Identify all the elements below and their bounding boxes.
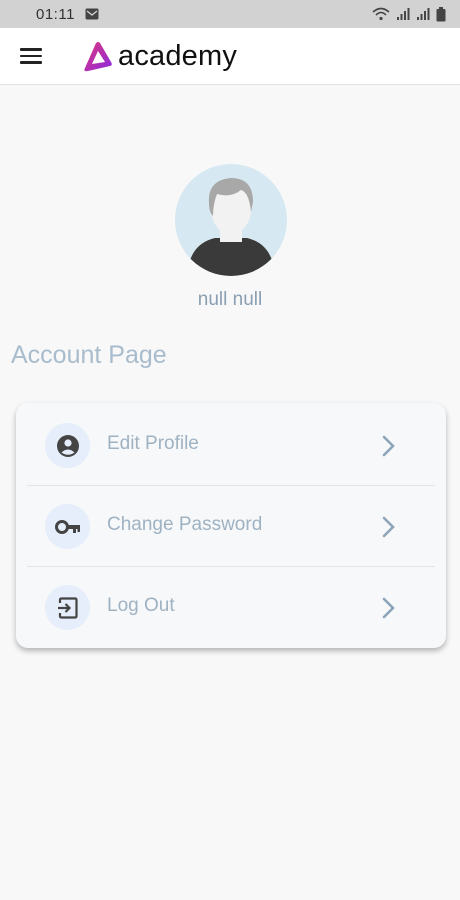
menu-item-label: Log Out (107, 595, 175, 616)
menu-item-edit-profile[interactable]: Edit Profile (16, 405, 446, 486)
chevron-right-icon (382, 516, 395, 538)
chevron-right-icon (382, 435, 395, 457)
chevron-right-icon (382, 597, 395, 619)
default-avatar-icon (187, 178, 275, 276)
key-icon (45, 504, 90, 549)
menu-icon (20, 48, 42, 51)
signal-icon (417, 8, 430, 20)
app-bar: academy (0, 28, 460, 85)
status-icons (372, 6, 446, 22)
logout-icon (45, 585, 90, 630)
menu-item-log-out[interactable]: Log Out (16, 567, 446, 648)
signal-icon (397, 8, 410, 20)
status-bar: 01:11 (0, 0, 460, 28)
account-circle-icon (45, 423, 90, 468)
menu-button[interactable] (20, 48, 42, 64)
user-name: null null (197, 289, 263, 310)
account-menu-card: Edit Profile Change Password Log Out (16, 403, 446, 648)
avatar (175, 164, 287, 276)
menu-item-label: Change Password (107, 514, 263, 535)
logo-text: academy (118, 40, 238, 72)
academy-logo-icon (84, 41, 112, 71)
page-title: Account Page (11, 341, 167, 369)
battery-icon (436, 6, 446, 21)
wifi-icon (372, 7, 390, 21)
app-logo: academy (82, 40, 237, 73)
menu-item-change-password[interactable]: Change Password (16, 486, 446, 567)
menu-item-label: Edit Profile (107, 433, 199, 454)
mail-icon (85, 8, 99, 20)
status-time: 01:11 (36, 5, 75, 23)
